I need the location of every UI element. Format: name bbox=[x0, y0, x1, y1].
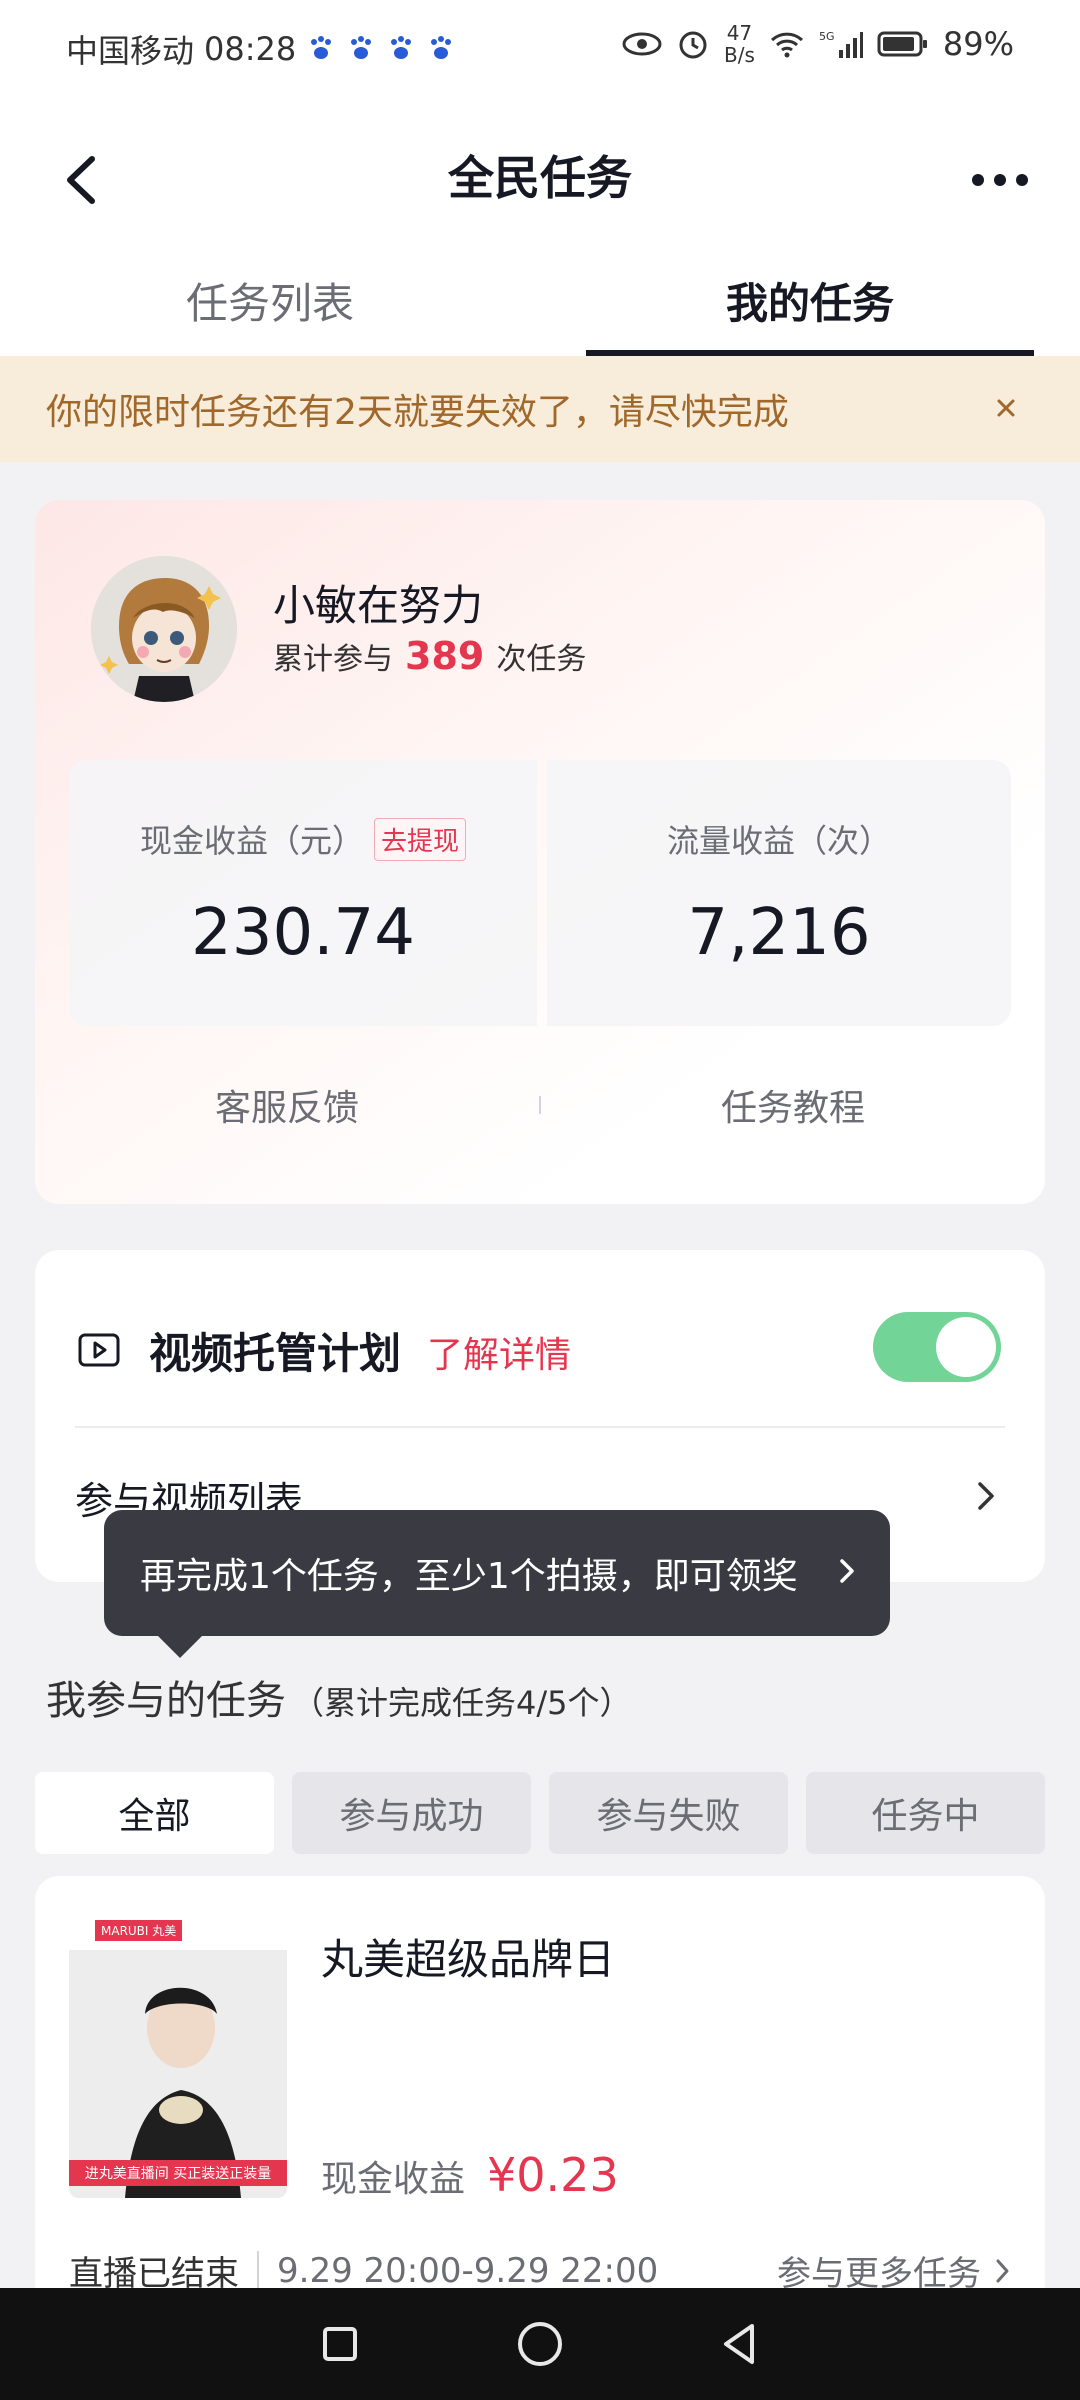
eye-icon bbox=[622, 32, 662, 56]
participation-prefix: 累计参与 bbox=[273, 642, 393, 677]
alarm-icon bbox=[679, 31, 707, 59]
paw-icon bbox=[391, 36, 412, 59]
back-triangle-icon[interactable] bbox=[710, 2314, 770, 2374]
cash-earnings-box[interactable]: 现金收益（元） 去提现 230.74 bbox=[69, 760, 537, 1026]
task-name: 丸美超级品牌日 bbox=[321, 1935, 616, 1984]
profile-card: 小敏在努力 累计参与 389 次任务 现金收益（元） 去提现 230.74 流量… bbox=[35, 500, 1045, 1204]
clock: 08:28 bbox=[204, 30, 297, 68]
wifi-icon bbox=[770, 32, 803, 58]
filter-in-progress[interactable]: 任务中 bbox=[806, 1772, 1045, 1854]
net-speed: 47 B/s bbox=[724, 22, 755, 66]
paw-icon bbox=[351, 36, 372, 59]
task-tutorial-link[interactable]: 任务教程 bbox=[541, 1079, 1045, 1131]
participation-suffix: 次任务 bbox=[496, 642, 587, 677]
paw-icon bbox=[431, 36, 452, 59]
traffic-earnings-label: 流量收益（次） bbox=[666, 822, 891, 860]
svg-text:5G: 5G bbox=[819, 30, 835, 43]
more-dot bbox=[972, 174, 984, 186]
profile-links: 客服反馈 任务教程 bbox=[35, 1060, 1045, 1150]
status-right: 47 B/s 5G 89% bbox=[622, 22, 1014, 66]
tab-my-tasks[interactable]: 我的任务 bbox=[540, 250, 1080, 356]
tooltip-text: 再完成1个任务，至少1个拍摄，即可领奖 bbox=[140, 1556, 798, 1597]
notice-text: 你的限时任务还有2天就要失效了，请尽快完成 bbox=[46, 392, 789, 433]
learn-more-link[interactable]: 了解详情 bbox=[427, 1326, 571, 1378]
avatar[interactable] bbox=[91, 556, 237, 702]
video-play-icon bbox=[78, 1333, 120, 1367]
net-speed-unit: B/s bbox=[723, 43, 755, 67]
task-earnings-value: ¥0.23 bbox=[487, 2148, 619, 2202]
paw-icon bbox=[311, 36, 332, 59]
nav-bar: 全民任务 任务列表 我的任务 bbox=[0, 100, 1080, 356]
chevron-right-icon bbox=[840, 1559, 854, 1583]
battery-icon bbox=[877, 31, 927, 57]
more-dot bbox=[1016, 174, 1028, 186]
product-photo bbox=[69, 1950, 287, 2198]
chevron-right-icon bbox=[996, 2259, 1009, 2282]
close-icon[interactable] bbox=[986, 388, 1026, 428]
cash-earnings-value: 230.74 bbox=[191, 896, 415, 970]
toggle-knob bbox=[936, 1317, 996, 1377]
reward-tooltip[interactable]: 再完成1个任务，至少1个拍摄，即可领奖 bbox=[104, 1510, 890, 1658]
battery-percent: 89% bbox=[942, 25, 1014, 63]
status-left: 中国移动 08:28 bbox=[66, 26, 456, 72]
section-title: 我参与的任务 bbox=[46, 1678, 286, 1724]
cash-earnings-header: 现金收益（元） 去提现 bbox=[69, 816, 537, 862]
chevron-right-icon[interactable] bbox=[971, 1476, 1001, 1516]
carrier-label: 中国移动 bbox=[66, 32, 195, 70]
video-hosting-toggle[interactable] bbox=[873, 1312, 1001, 1382]
task-earnings-label: 现金收益 bbox=[321, 2159, 466, 2200]
username: 小敏在努力 bbox=[273, 581, 484, 630]
filter-all[interactable]: 全部 bbox=[35, 1772, 274, 1854]
net-speed-value: 47 bbox=[726, 21, 753, 45]
task-time-range: 9.29 20:00-9.29 22:00 bbox=[257, 2250, 658, 2291]
system-nav-bar bbox=[0, 2288, 1080, 2400]
expiry-notice: 你的限时任务还有2天就要失效了，请尽快完成 bbox=[0, 356, 1080, 462]
more-button[interactable] bbox=[960, 160, 1040, 200]
section-subtitle: （累计完成任务4/5个） bbox=[292, 1684, 632, 1722]
tooltip-arrow bbox=[156, 1634, 204, 1658]
video-hosting-title: 视频托管计划 bbox=[149, 1329, 402, 1378]
filter-success[interactable]: 参与成功 bbox=[292, 1772, 531, 1854]
traffic-earnings-value: 7,216 bbox=[687, 896, 871, 970]
avatar-illustration bbox=[91, 556, 237, 702]
traffic-earnings-box[interactable]: 流量收益（次） 7,216 bbox=[547, 760, 1011, 1026]
status-bar: 中国移动 08:28 47 B/s 5G 89% bbox=[0, 0, 1080, 100]
thumbnail-banner: 进丸美直播间 买正装送正装量 bbox=[69, 2160, 287, 2186]
home-icon[interactable] bbox=[510, 2314, 570, 2374]
more-dot bbox=[994, 174, 1006, 186]
participation-summary: 累计参与 389 次任务 bbox=[273, 634, 586, 678]
divider bbox=[75, 1426, 1005, 1428]
participation-count: 389 bbox=[405, 634, 485, 678]
task-thumbnail[interactable]: MARUBI 丸美 进丸美直播间 买正装送正装量 bbox=[69, 1910, 287, 2198]
task-filter-bar: 全部 参与成功 参与失败 任务中 bbox=[35, 1772, 1045, 1854]
signal-5g-icon: 5G bbox=[819, 30, 863, 58]
customer-feedback-link[interactable]: 客服反馈 bbox=[35, 1079, 539, 1131]
filter-failed[interactable]: 参与失败 bbox=[549, 1772, 788, 1854]
traffic-earnings-header: 流量收益（次） bbox=[547, 816, 1011, 862]
page-title: 全民任务 bbox=[448, 151, 632, 205]
tab-task-list[interactable]: 任务列表 bbox=[0, 250, 540, 356]
task-earnings: 现金收益 ¥0.23 bbox=[321, 2148, 619, 2202]
tab-bar: 任务列表 我的任务 bbox=[0, 250, 1080, 356]
withdraw-button[interactable]: 去提现 bbox=[374, 817, 467, 861]
participated-tasks-heading: 我参与的任务 （累计完成任务4/5个） bbox=[46, 1668, 632, 1726]
cash-earnings-label: 现金收益（元） bbox=[139, 822, 364, 860]
recents-icon[interactable] bbox=[310, 2314, 370, 2374]
